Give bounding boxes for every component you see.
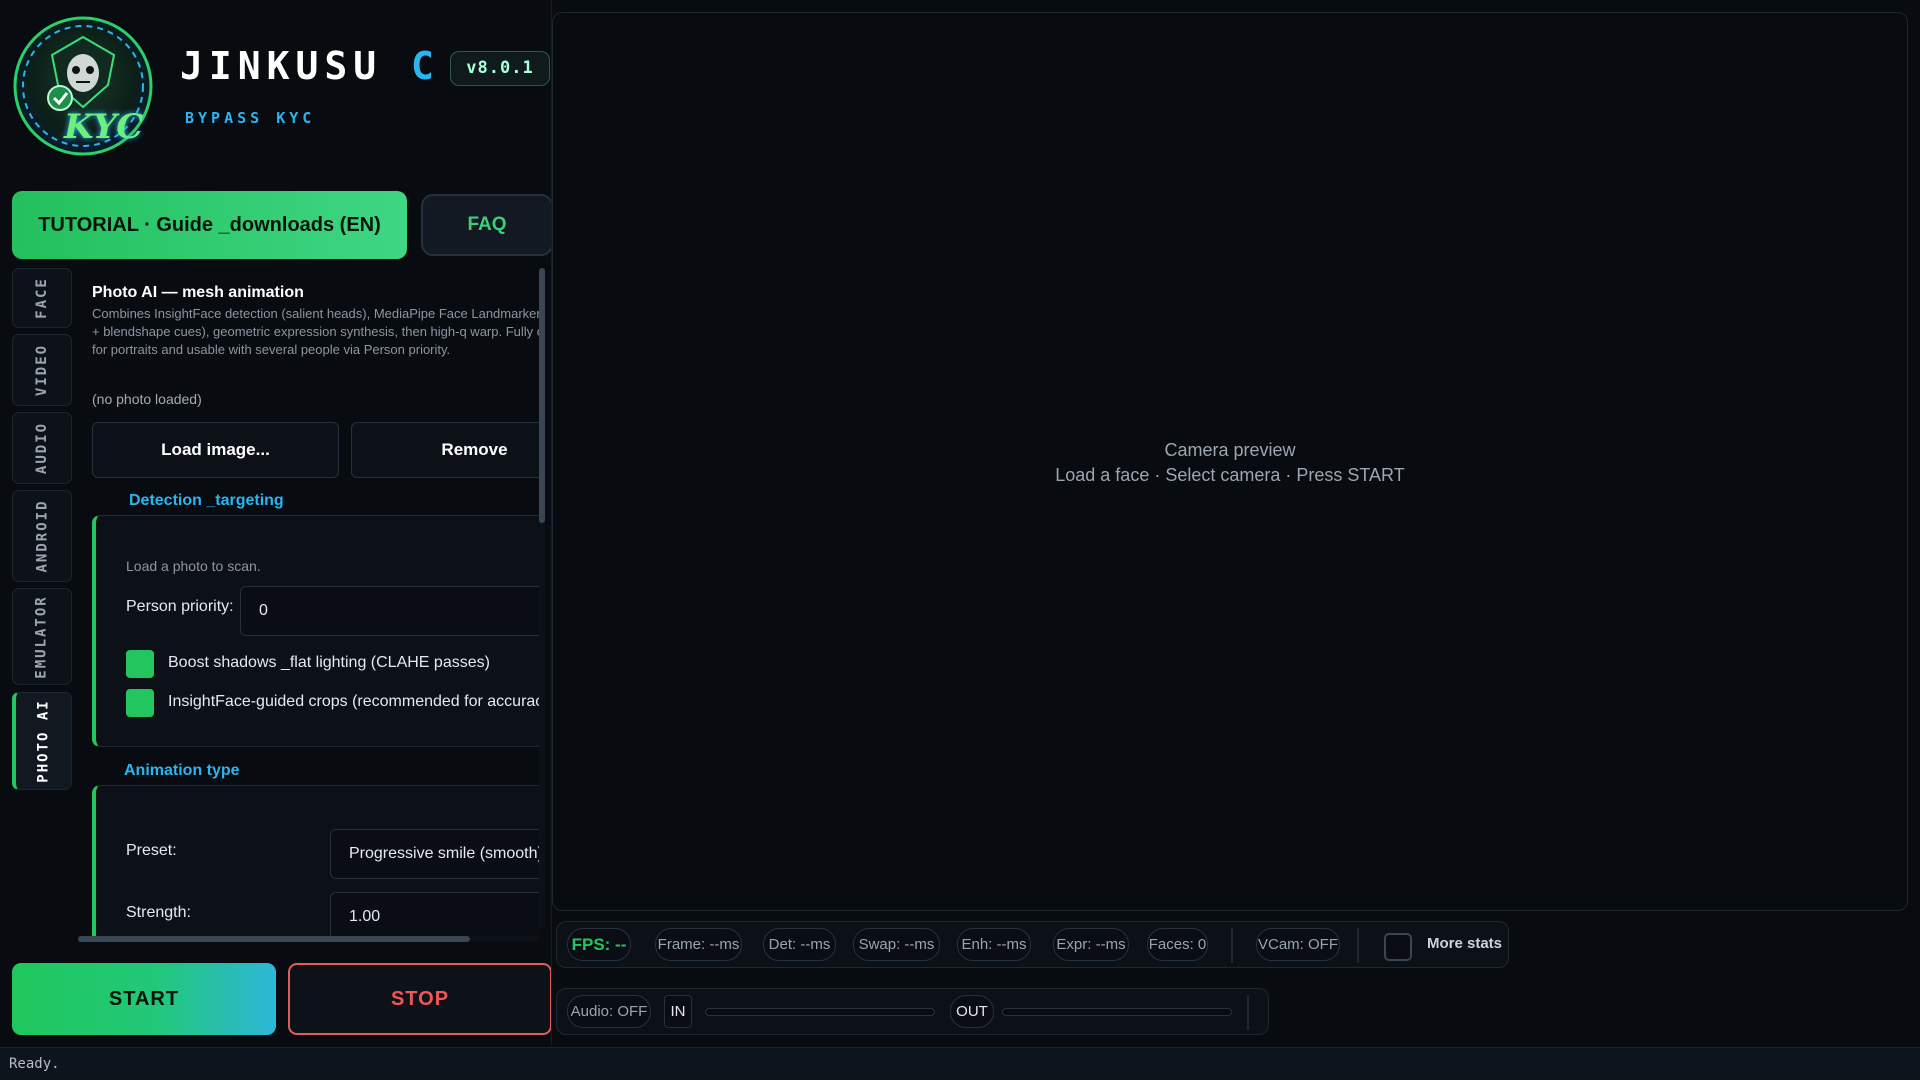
tab-video[interactable]: VIDEO (12, 334, 72, 406)
stop-button[interactable]: STOP (288, 963, 551, 1035)
detection-time-chip: Det: --ms (763, 928, 836, 961)
tab-audio[interactable]: AUDIO (12, 412, 72, 484)
expression-time-chip: Expr: --ms (1053, 928, 1129, 961)
person-priority-label: Person priority: (126, 598, 234, 615)
more-stats-checkbox[interactable] (1384, 933, 1412, 961)
faq-button[interactable]: FAQ (421, 194, 551, 256)
photo-status: (no photo loaded) (92, 391, 202, 407)
app-title-main: JINKUSU (180, 44, 412, 88)
tutorial-button[interactable]: TUTORIAL · Guide _downloads (EN) (12, 191, 407, 259)
vcam-status-chip: VCam: OFF (1256, 928, 1340, 961)
app-subtitle: BYPASS KYC (185, 109, 316, 127)
status-text: Ready. (9, 1056, 60, 1072)
preset-select[interactable]: Progressive smile (smooth) (330, 829, 539, 879)
detection-hint: Load a photo to scan. (126, 558, 261, 574)
start-button[interactable]: START (12, 963, 276, 1035)
horizontal-scrollbar[interactable] (78, 936, 538, 942)
version-badge: v8.0.1 (450, 51, 550, 86)
preview-title: Camera preview (1164, 440, 1296, 460)
preview-hint: Load a face · Select camera · Press STAR… (1055, 465, 1405, 485)
audio-in-label: IN (664, 995, 692, 1028)
tab-android[interactable]: ANDROID (12, 490, 72, 582)
swap-time-chip: Swap: --ms (853, 928, 940, 961)
audio-out-meter (1002, 1008, 1232, 1016)
section-description: Combines InsightFace detection (salient … (92, 306, 539, 357)
tab-audio-label: AUDIO (34, 421, 50, 475)
vertical-scrollbar[interactable] (539, 268, 545, 928)
audio-bar: Audio: OFF IN OUT (556, 988, 1269, 1035)
person-priority-field[interactable]: 0 (240, 586, 539, 636)
app-logo: KYC (12, 15, 154, 157)
tab-face[interactable]: FACE (12, 268, 72, 328)
enhance-time-chip: Enh: --ms (957, 928, 1031, 961)
app-title-accent: CAM (411, 44, 432, 88)
tab-emulator-label: EMULATOR (34, 594, 50, 679)
photo-ai-panel[interactable]: Photo AI — mesh animation Combines Insig… (78, 268, 539, 940)
faces-count-chip: Faces: 0 (1147, 928, 1208, 961)
horizontal-scrollbar-thumb[interactable] (78, 936, 470, 942)
preset-label: Preset: (126, 842, 177, 859)
tab-emulator[interactable]: EMULATOR (12, 588, 72, 685)
app-title: JINKUSU CAM (180, 44, 432, 88)
boost-shadows-checkbox[interactable] (126, 650, 154, 678)
tab-android-label: ANDROID (34, 499, 51, 573)
more-stats-label: More stats (1427, 935, 1503, 952)
tab-face-label: FACE (34, 277, 50, 319)
animation-group: Preset: Progressive smile (smooth) Stren… (92, 785, 539, 940)
tab-photo-ai-label: PHOTO AI (35, 699, 52, 783)
left-panel: KYC JINKUSU CAM v8.0.1 BYPASS KYC TUTORI… (0, 0, 552, 1045)
frame-time-chip: Frame: --ms (655, 928, 742, 961)
detection-group-title: Detection _targeting (129, 492, 284, 509)
vertical-scrollbar-thumb[interactable] (539, 268, 545, 523)
detection-group: Load a photo to scan. Person priority: 0… (92, 515, 539, 747)
remove-button[interactable]: Remove (351, 422, 539, 478)
audio-in-meter (705, 1008, 935, 1016)
strength-field[interactable]: 1.00 (330, 892, 539, 940)
section-title: Photo AI — mesh animation (92, 284, 304, 301)
audio-out-label: OUT (950, 995, 994, 1028)
fps-chip: FPS: -- (567, 928, 631, 961)
status-bar: Ready. (0, 1047, 1920, 1080)
tab-video-label: VIDEO (34, 343, 50, 397)
load-image-button[interactable]: Load image... (92, 422, 339, 478)
animation-group-title: Animation type (124, 762, 240, 779)
strength-label: Strength: (126, 904, 191, 921)
audio-status-chip: Audio: OFF (567, 995, 651, 1028)
boost-shadows-label: Boost shadows _flat lighting (CLAHE pass… (168, 654, 490, 671)
stats-separator (1357, 928, 1359, 963)
camera-preview: Camera preview Load a face · Select came… (552, 12, 1908, 911)
stats-separator (1231, 928, 1233, 963)
logo-text: KYC (64, 107, 144, 147)
stats-bar: FPS: -- Frame: --ms Det: --ms Swap: --ms… (556, 921, 1509, 968)
audio-separator (1247, 995, 1249, 1030)
insightface-crops-label: InsightFace-guided crops (recommended fo… (168, 693, 539, 710)
tab-photo-ai[interactable]: PHOTO AI (12, 692, 72, 790)
insightface-crops-checkbox[interactable] (126, 689, 154, 717)
